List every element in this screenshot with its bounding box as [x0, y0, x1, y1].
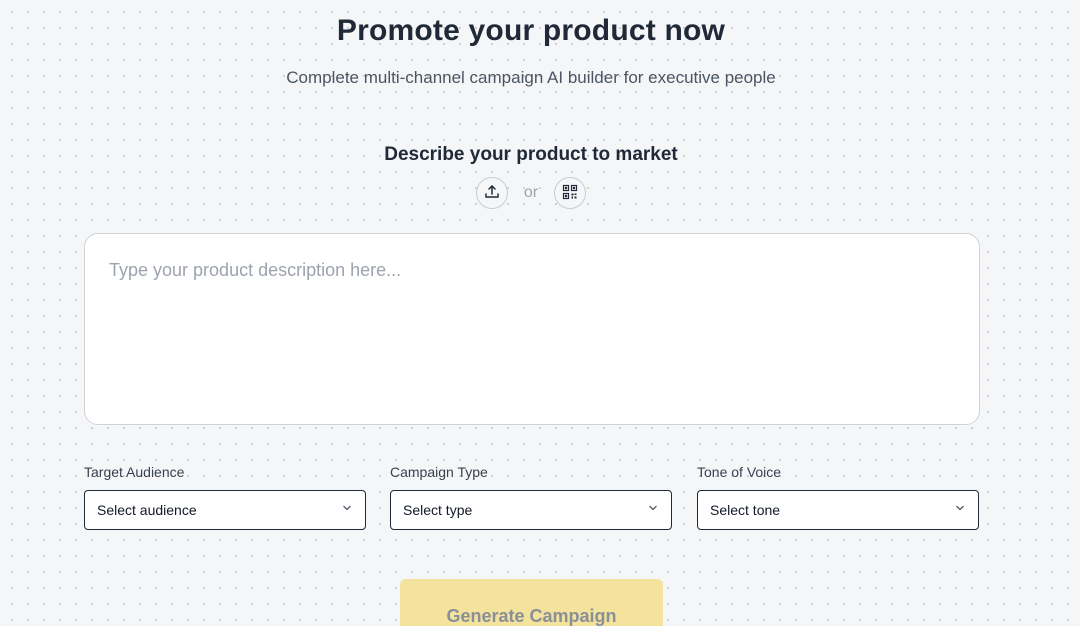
tone-select[interactable]: Select tone: [697, 490, 979, 530]
tone-label: Tone of Voice: [697, 464, 782, 480]
audience-select-value: Select audience: [97, 502, 197, 518]
upload-button[interactable]: [475, 177, 508, 209]
input-methods: or: [0, 177, 1062, 209]
upload-icon: [484, 184, 500, 203]
product-description-input[interactable]: [84, 233, 980, 425]
chevron-down-icon: [341, 501, 353, 519]
or-separator: or: [523, 184, 539, 201]
campaign-type-field: Campaign Type Select type: [390, 464, 672, 530]
page-title: Promote your product now: [336, 14, 726, 47]
audience-field: Target Audience Select audience: [84, 464, 366, 530]
tone-field: Tone of Voice Select tone: [697, 464, 979, 530]
generate-campaign-button[interactable]: Generate Campaign: [400, 579, 663, 626]
audience-select[interactable]: Select audience: [84, 490, 366, 530]
campaign-type-select-value: Select type: [403, 502, 473, 518]
audience-label: Target Audience: [84, 464, 185, 480]
tone-select-value: Select tone: [710, 502, 781, 518]
campaign-type-select[interactable]: Select type: [390, 490, 672, 530]
describe-heading: Describe your product to market: [384, 144, 678, 165]
campaign-type-label: Campaign Type: [390, 464, 488, 480]
chevron-down-icon: [647, 501, 659, 519]
qr-code-icon: [562, 184, 578, 203]
chevron-down-icon: [954, 501, 966, 519]
qr-code-button[interactable]: [554, 177, 587, 209]
page-subtitle: Complete multi-channel campaign AI build…: [286, 68, 776, 87]
